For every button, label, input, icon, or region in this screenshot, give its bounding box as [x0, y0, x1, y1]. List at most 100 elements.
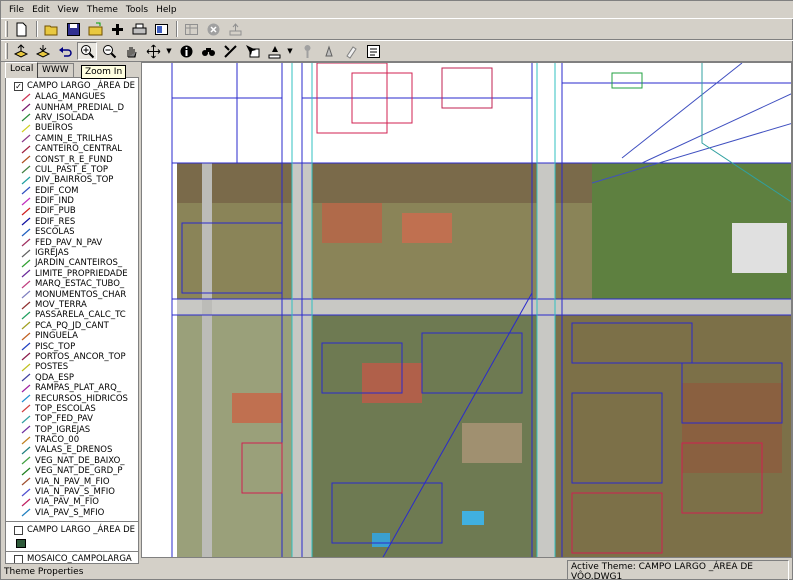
layer-item[interactable]: DIV_BAIRROS_TOP: [6, 175, 138, 185]
move-button[interactable]: [143, 42, 163, 60]
open-project-button[interactable]: [85, 20, 105, 38]
tab-local[interactable]: Local: [5, 62, 39, 78]
layer-item[interactable]: ARV_ISOLADA: [6, 113, 138, 123]
toolbar-grip[interactable]: [5, 21, 8, 37]
export-button[interactable]: [225, 20, 245, 38]
theme-checkbox[interactable]: ✓: [14, 81, 23, 91]
layer-item[interactable]: EDIF_COM: [6, 186, 138, 196]
highlight-button[interactable]: [264, 42, 284, 60]
menu-file[interactable]: File: [9, 5, 24, 15]
theme-item-campo-largo[interactable]: ✓ CAMPO LARGO _ÁREA DE: [6, 80, 138, 92]
measure-button[interactable]: [220, 42, 240, 60]
pool-2: [462, 511, 484, 525]
layer-item[interactable]: TRACO_00: [6, 435, 138, 445]
layer-item[interactable]: EDIF_PUB: [6, 206, 138, 216]
layer-item[interactable]: VIA_N_PAV_M_FIO: [6, 476, 138, 487]
layer-item[interactable]: VALAS_E_DRENOS: [6, 445, 138, 455]
layer-item[interactable]: PORTOS_ANCOR_TOP: [6, 352, 138, 362]
layer-item[interactable]: IGREJAS: [6, 248, 138, 258]
properties-button[interactable]: [363, 42, 383, 60]
layer-item[interactable]: FED_PAV_N_PAV: [6, 237, 138, 248]
layer-item[interactable]: MOV_TERRA: [6, 300, 138, 310]
tab-www[interactable]: WWW: [37, 63, 74, 78]
zoom-in-button[interactable]: [77, 42, 97, 60]
map-canvas[interactable]: [142, 63, 792, 558]
layer-label: VIA_PAV_S_MFIO: [35, 507, 105, 518]
layer-label: EDIF_COM: [35, 185, 79, 196]
table-button[interactable]: [181, 20, 201, 38]
layer-item[interactable]: TOP_FED_PAV: [6, 414, 138, 424]
layer-item[interactable]: VIA_PAV_M_FIO: [6, 497, 138, 507]
layer-item[interactable]: EDIF_IND: [6, 196, 138, 206]
toolbar-grip[interactable]: [5, 43, 8, 59]
zoom-out-icon: [102, 44, 116, 58]
layer-item[interactable]: RECURSOS_HIDRICOS: [6, 393, 138, 404]
layer-item[interactable]: PCA_PQ_JD_CANT: [6, 321, 138, 331]
highlight-icon: [268, 45, 280, 58]
theme-divider: [6, 521, 138, 523]
pin-button[interactable]: [297, 42, 317, 60]
layer-item[interactable]: ALAG_MANGUES: [6, 92, 138, 102]
new-button[interactable]: [11, 20, 31, 38]
select-icon: [245, 44, 259, 57]
pan-button[interactable]: [121, 42, 141, 60]
layer-item[interactable]: VIA_PAV_S_MFIO: [6, 508, 138, 518]
select-button[interactable]: [242, 42, 262, 60]
menu-tools[interactable]: Tools: [126, 5, 148, 15]
save-button[interactable]: [63, 20, 83, 38]
print-button[interactable]: [129, 20, 149, 38]
eraser-button[interactable]: [341, 42, 361, 60]
layer-item[interactable]: JARDIN_CANTEIROS_: [6, 258, 138, 268]
layer-item[interactable]: PISC_TOP: [6, 341, 138, 352]
layout-button[interactable]: [151, 20, 171, 38]
disabled-table-icon: [184, 23, 198, 35]
theme-checkbox-2[interactable]: [14, 525, 23, 535]
open-button[interactable]: [41, 20, 61, 38]
line-symbol-icon: [21, 290, 31, 299]
undo-button[interactable]: [55, 42, 75, 60]
layer-item[interactable]: MONUMENTOS_CHAR: [6, 289, 138, 300]
info-button[interactable]: [176, 42, 196, 60]
move-dropdown[interactable]: ▼: [165, 42, 173, 60]
layer-item[interactable]: RAMPAS_PLAT_ARQ_: [6, 383, 138, 393]
layer-item[interactable]: MARQ_ESTAC_TUBO_: [6, 279, 138, 289]
layer-item[interactable]: TOP_IGREJAS: [6, 425, 138, 435]
layer-item[interactable]: VEG_NAT_DE_BAIXO_: [6, 456, 138, 466]
layer-item[interactable]: CAMIN_E_TRILHAS: [6, 134, 138, 144]
theme-item-campo-largo-2[interactable]: CAMPO LARGO _ÁREA DE: [6, 524, 138, 536]
layer-label: EDIF_RES: [35, 216, 76, 227]
highlight-dropdown[interactable]: ▼: [286, 42, 294, 60]
layer-item[interactable]: PASSARELA_CALC_TC: [6, 310, 138, 320]
layer-item[interactable]: QDA_ESP: [6, 373, 138, 383]
layer-item[interactable]: VIA_N_PAV_S_MFIO: [6, 487, 138, 497]
layer-item[interactable]: ESCOLAS: [6, 227, 138, 237]
menu-view[interactable]: View: [58, 5, 79, 15]
zoom-out-button[interactable]: [99, 42, 119, 60]
layer-item[interactable]: VEG_NAT_DE_GRD_P: [6, 466, 138, 476]
menu-theme[interactable]: Theme: [87, 5, 118, 15]
theme-divider: [6, 551, 138, 553]
map-view[interactable]: [141, 62, 792, 558]
line-symbol-icon: [21, 93, 31, 102]
layer-item[interactable]: CONST_R_E_FUND: [6, 154, 138, 165]
find-button[interactable]: [198, 42, 218, 60]
add-theme-button[interactable]: [107, 20, 127, 38]
layer-label: TOP_ESCOLAS: [35, 403, 96, 414]
cancel-button[interactable]: [203, 20, 223, 38]
layer-item[interactable]: BUEIROS: [6, 123, 138, 133]
layer-item[interactable]: POSTES: [6, 362, 138, 372]
menu-edit[interactable]: Edit: [32, 5, 49, 15]
layer-item[interactable]: LIMITE_PROPRIEDADE: [6, 269, 138, 279]
layer-item[interactable]: EDIF_RES: [6, 217, 138, 227]
layer-item[interactable]: PINGUELA: [6, 331, 138, 341]
layer-item[interactable]: CANTEIRO_CENTRAL: [6, 144, 138, 154]
layer-item[interactable]: TOP_ESCOLAS: [6, 404, 138, 414]
menu-help[interactable]: Help: [156, 5, 177, 15]
layer-item[interactable]: AUNHAM_PREDIAL_D: [6, 102, 138, 113]
layer-up-button[interactable]: [11, 42, 31, 60]
layer-label: CUL_PAST_E_TOP: [35, 164, 109, 175]
hotlink-button[interactable]: [319, 42, 339, 60]
layer-item[interactable]: CUL_PAST_E_TOP: [6, 165, 138, 175]
line-symbol-icon: [21, 301, 31, 309]
layer-down-button[interactable]: [33, 42, 53, 60]
